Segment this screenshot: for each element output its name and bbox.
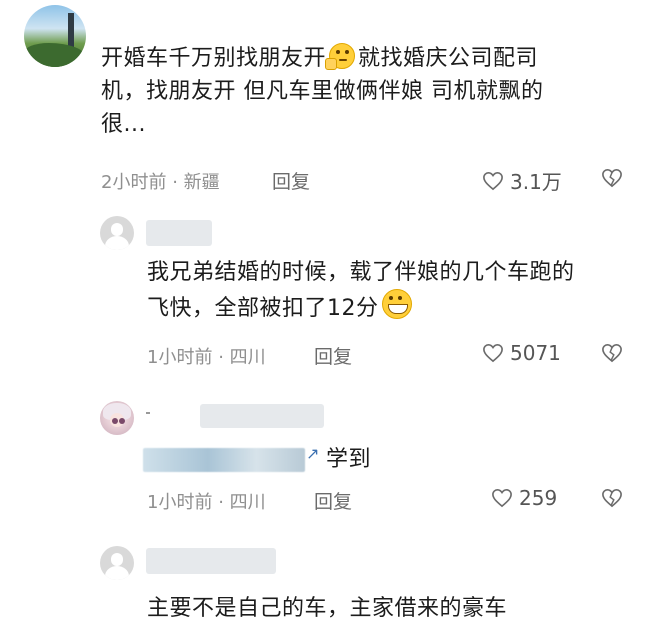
reply-button[interactable]: 回复: [272, 167, 310, 194]
comment-text: 开婚车千万别找朋友开 就找婚庆公司配司 机，找朋友开 但凡车里做俩伴娘 司机就飘的…: [101, 42, 641, 141]
comment-meta: 1小时前 · 四川: [147, 347, 266, 368]
grin-emoji-icon: [381, 289, 412, 319]
like-count: 3.1万: [510, 170, 562, 194]
comment-meta: 1小时前 · 四川: [147, 492, 266, 513]
heart-icon: [483, 343, 503, 363]
default-avatar-icon[interactable]: [100, 546, 134, 580]
thinking-emoji-icon: [325, 43, 356, 70]
comment-text: 学到: [326, 447, 372, 472]
dislike-icon[interactable]: [601, 488, 623, 508]
comment-text: 我兄弟结婚的时候，载了伴娘的几个车跑的 飞快，全部被扣了12分: [147, 260, 575, 321]
blurred-mention[interactable]: [143, 448, 305, 472]
comment-meta: 2小时前 · 新疆: [101, 172, 220, 193]
mention-arrow-icon: ↗: [306, 444, 320, 463]
like-button[interactable]: 5071: [482, 341, 561, 365]
default-avatar-icon[interactable]: [100, 216, 134, 250]
blurred-username[interactable]: [146, 220, 212, 246]
like-count: 259: [519, 486, 558, 510]
reply-button[interactable]: 回复: [314, 487, 352, 514]
heart-icon: [483, 171, 503, 190]
like-button[interactable]: 3.1万: [482, 166, 562, 195]
divider-dot: [146, 412, 150, 414]
dislike-icon[interactable]: [601, 168, 623, 188]
comment-text: 主要不是自己的车，主家借来的豪车: [147, 596, 508, 621]
like-count: 5071: [510, 341, 561, 365]
heart-icon: [492, 488, 512, 508]
blurred-username[interactable]: [146, 548, 276, 574]
reply-button[interactable]: 回复: [314, 342, 352, 369]
user-avatar[interactable]: [24, 5, 86, 67]
blurred-username[interactable]: [200, 404, 324, 428]
like-button[interactable]: 259: [491, 486, 557, 510]
user-avatar[interactable]: [100, 401, 134, 435]
dislike-icon[interactable]: [601, 343, 623, 363]
